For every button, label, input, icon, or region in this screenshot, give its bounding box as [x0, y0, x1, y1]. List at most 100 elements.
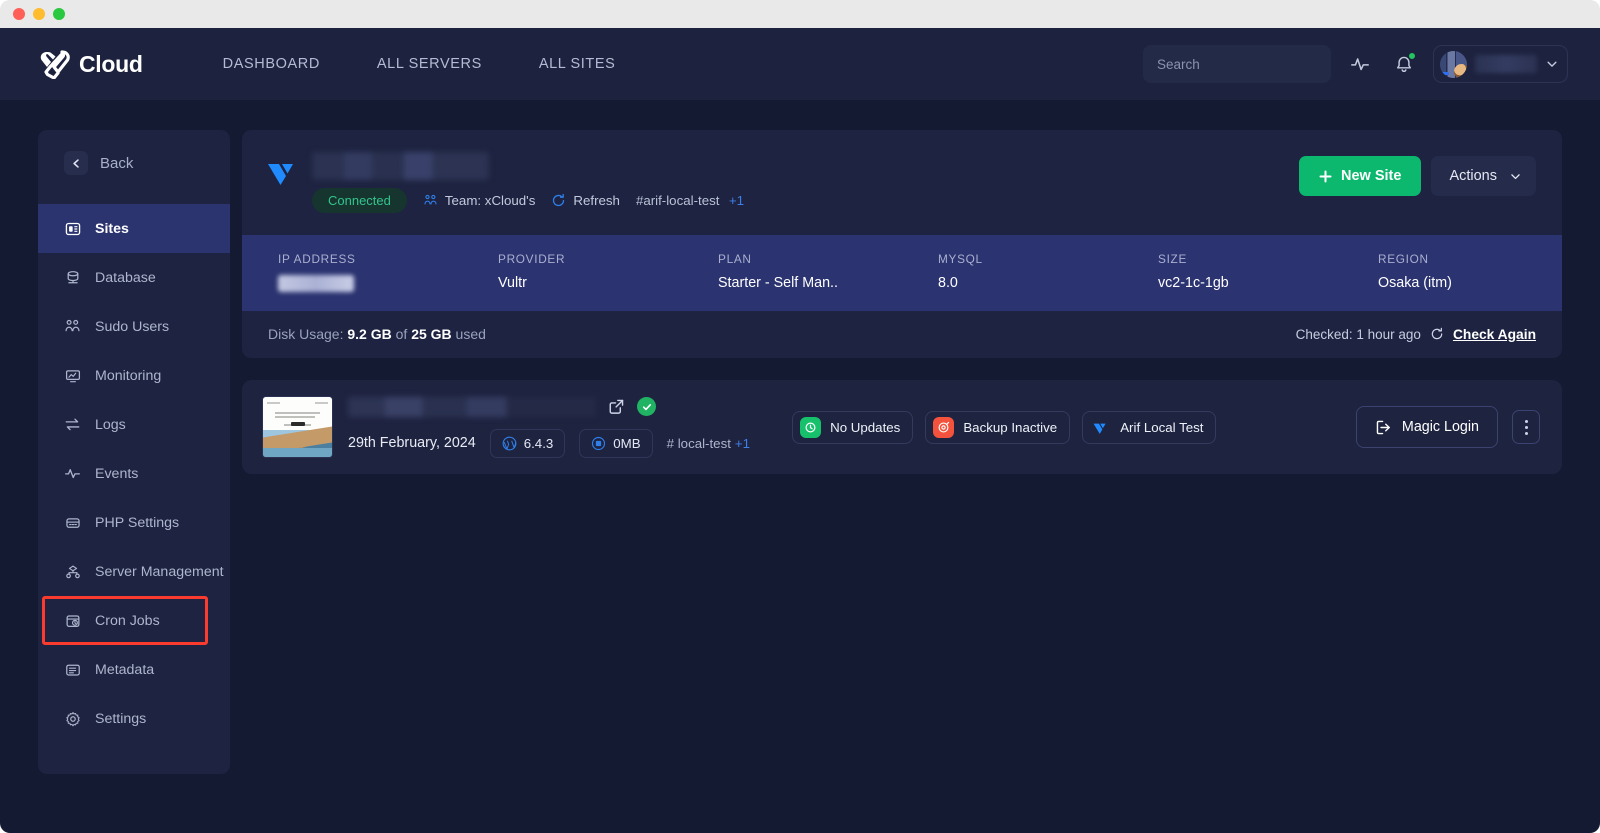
- info-label: REGION: [1378, 252, 1429, 266]
- disk-usage-text: Disk Usage: 9.2 GB of 25 GB used: [268, 326, 486, 342]
- vultr-icon: [1090, 417, 1111, 438]
- thumbnail-hero-image: [263, 425, 332, 457]
- back-button[interactable]: Back: [38, 142, 230, 184]
- vultr-logo-icon: [268, 164, 293, 185]
- thumbnail-top: [263, 397, 332, 430]
- php-icon: [64, 514, 81, 531]
- backup-icon: [933, 416, 955, 438]
- sidebar-item-label: Monitoring: [95, 367, 162, 384]
- sidebar-item-database[interactable]: Database: [38, 253, 230, 302]
- disk-usage-prefix: Disk Usage:: [268, 326, 344, 342]
- nav-link-all-sites[interactable]: ALL SITES: [539, 56, 616, 72]
- sidebar-item-label: Metadata: [95, 661, 155, 678]
- maximize-window-button[interactable]: [53, 8, 65, 20]
- nav-link-dashboard[interactable]: DASHBOARD: [223, 56, 320, 72]
- badge-server-name[interactable]: Arif Local Test: [1082, 410, 1217, 444]
- brand-name: Cloud: [79, 50, 143, 77]
- close-window-button[interactable]: [13, 8, 25, 20]
- sidebar-item-logs[interactable]: Logs: [38, 400, 230, 449]
- check-again-link[interactable]: Check Again: [1453, 327, 1536, 342]
- sidebar-item-label: Events: [95, 465, 139, 482]
- server-info-strip: IP ADDRESS PROVIDER Vultr PLAN Starter -…: [242, 235, 1562, 311]
- sidebar-item-cron-jobs[interactable]: Cron Jobs: [38, 596, 230, 645]
- site-card[interactable]: 29th February, 2024 6.4.3 0MB # local-te…: [242, 380, 1562, 474]
- sidebar-item-php-settings[interactable]: PHP Settings: [38, 498, 230, 547]
- sidebar-item-monitoring[interactable]: Monitoring: [38, 351, 230, 400]
- server-name-redacted: [312, 152, 489, 180]
- sidebar-item-label: Database: [95, 269, 156, 286]
- sidebar-item-sudo-users[interactable]: Sudo Users: [38, 302, 230, 351]
- wordpress-version-chip: 6.4.3: [489, 428, 566, 458]
- actions-button[interactable]: Actions: [1431, 156, 1536, 196]
- chevron-down-icon[interactable]: [1545, 57, 1559, 71]
- info-cell-size: SIZE vc2-1c-1gb: [1122, 252, 1342, 292]
- server-tag[interactable]: #arif-local-test +1: [636, 192, 744, 210]
- sidebar-item-settings[interactable]: Settings: [38, 694, 230, 743]
- chevron-down-icon: [1511, 173, 1520, 179]
- more-options-icon[interactable]: [1512, 410, 1540, 444]
- team-label: Team: xCloud's: [444, 193, 536, 208]
- sidebar-item-metadata[interactable]: Metadata: [38, 645, 230, 694]
- page-body: Back Sites Database Sudo Users Monitorin…: [0, 100, 1600, 833]
- site-tag-more[interactable]: +1: [735, 436, 750, 451]
- sidebar-item-sites[interactable]: Sites: [38, 204, 230, 253]
- site-tag[interactable]: # local-test +1: [667, 436, 750, 451]
- badge-no-updates[interactable]: No Updates: [792, 410, 914, 444]
- team-chip[interactable]: Team: xCloud's: [423, 193, 535, 208]
- profile-menu[interactable]: [1433, 45, 1568, 83]
- main-content: Connected Team: xCloud's Refresh #arif-l…: [242, 130, 1562, 833]
- activity-button[interactable]: [1345, 49, 1375, 79]
- info-cell-plan: PLAN Starter - Self Man..: [682, 252, 902, 292]
- chevron-left-icon: [64, 151, 88, 175]
- server-tag-label: #arif-local-test: [635, 192, 720, 208]
- sidebar-item-label: Server Management: [95, 563, 224, 580]
- refresh-icon: [553, 193, 565, 207]
- site-sub-row: 29th February, 2024 6.4.3 0MB # local-te…: [348, 428, 750, 458]
- brand-logo[interactable]: Cloud: [38, 49, 143, 79]
- info-cell-provider: PROVIDER Vultr: [462, 252, 682, 292]
- site-size-chip: 0MB: [579, 428, 653, 458]
- main-nav-links: DASHBOARD ALL SERVERS ALL SITES: [223, 56, 616, 72]
- sidebar-item-label: Sudo Users: [95, 318, 170, 335]
- refresh-label: Refresh: [573, 193, 620, 208]
- actions-label: Actions: [1449, 168, 1497, 184]
- search-box[interactable]: [1143, 45, 1334, 83]
- magic-login-button[interactable]: Magic Login: [1355, 406, 1498, 448]
- minimize-window-button[interactable]: [33, 8, 45, 20]
- info-value-redacted: [278, 275, 354, 292]
- wordpress-icon: [502, 436, 517, 450]
- nav-link-all-servers[interactable]: ALL SERVERS: [377, 56, 482, 72]
- login-icon: [1376, 420, 1390, 434]
- storage-icon: [592, 436, 606, 450]
- check-circle-icon: [637, 397, 656, 416]
- sites-icon: [64, 220, 81, 237]
- app-shell: Cloud DASHBOARD ALL SERVERS ALL SITES Se…: [0, 28, 1600, 833]
- sidebar-item-server-management[interactable]: Server Management: [38, 547, 230, 596]
- notifications-button[interactable]: [1389, 49, 1419, 79]
- refresh-chip[interactable]: Refresh: [551, 193, 620, 208]
- info-label: PROVIDER: [498, 252, 566, 266]
- thumbnail-navbar: [267, 402, 328, 404]
- info-value: Vultr: [498, 275, 527, 291]
- status-badge: Connected: [312, 188, 407, 213]
- sidebar-item-label: Cron Jobs: [95, 612, 160, 629]
- site-tag-label: # local-test: [666, 435, 731, 451]
- sidebar-item-label: Settings: [95, 710, 147, 727]
- disk-used-value: 9.2 GB: [347, 326, 392, 342]
- back-label: Back: [100, 154, 134, 172]
- sidebar-item-events[interactable]: Events: [38, 449, 230, 498]
- panel-action-buttons: New Site Actions: [1299, 152, 1536, 196]
- info-value: Osaka (itm): [1378, 275, 1452, 291]
- activity-icon: [1351, 58, 1369, 71]
- server-tag-row: Connected Team: xCloud's Refresh #arif-l…: [312, 188, 1299, 213]
- new-site-button[interactable]: New Site: [1299, 156, 1422, 196]
- badge-backup-inactive[interactable]: Backup Inactive: [925, 410, 1071, 444]
- search-input[interactable]: [1157, 56, 1334, 72]
- avatar-face: [1454, 63, 1467, 78]
- external-link-icon[interactable]: [608, 398, 625, 415]
- refresh-icon[interactable]: [1430, 327, 1444, 341]
- info-cell-ip-address: IP ADDRESS: [242, 252, 462, 292]
- check-again-group: Checked: 1 hour ago Check Again: [1296, 327, 1536, 342]
- update-icon: [800, 416, 822, 438]
- server-tag-more[interactable]: +1: [729, 193, 744, 208]
